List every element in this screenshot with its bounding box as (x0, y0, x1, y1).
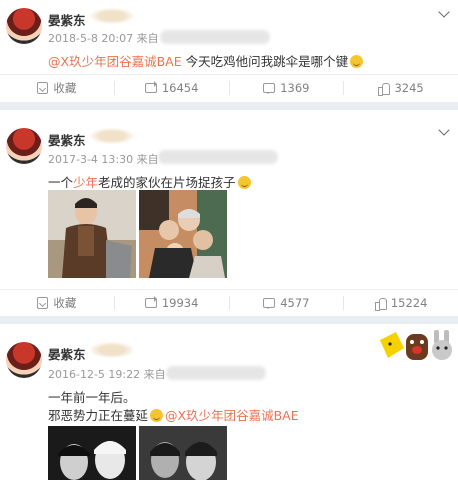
chevron-down-icon[interactable] (438, 124, 450, 136)
mention-link[interactable]: @X玖少年团谷嘉诚BAE (48, 54, 182, 69)
comment-button[interactable]: 4577 (230, 290, 344, 316)
grin-emoji-icon (150, 409, 164, 422)
user-name[interactable]: 晏紫东 (48, 10, 86, 29)
post-body-b: 老成的家伙在片场捉孩子 (98, 175, 236, 190)
user-avatar[interactable] (6, 128, 42, 164)
user-avatar[interactable] (6, 8, 42, 44)
like-icon (378, 82, 391, 96)
comment-icon (263, 83, 276, 94)
highlight-word: 少年 (73, 175, 99, 190)
post-card-2: 晏紫东 2017-3-4 13:30 来自 一个少年老成的家伙在片场捉孩子 收藏… (0, 110, 458, 316)
post-photo-2[interactable] (139, 426, 227, 480)
like-icon (374, 297, 387, 311)
post-card-3: 晏紫东 2016-12-5 19:22 来自 一年前一年后。 邪恶势力正在蔓延 @… (0, 324, 458, 480)
post-text: 一个少年老成的家伙在片场捉孩子 (48, 172, 251, 191)
favorite-icon (37, 297, 49, 309)
action-bar: 收藏 19934 4577 15224 (0, 289, 458, 316)
post-body: 今天吃鸡他问我跳伞是哪个键 (185, 54, 349, 69)
post-photo-1[interactable] (48, 426, 136, 480)
favorite-button[interactable]: 收藏 (0, 290, 114, 316)
chevron-down-icon[interactable] (438, 6, 450, 18)
comment-count: 4577 (280, 296, 310, 310)
post-photo-2[interactable] (139, 190, 227, 278)
like-button[interactable]: 3245 (344, 75, 458, 101)
source-blur (166, 366, 266, 380)
name-badge-blur (90, 128, 134, 144)
comment-icon (263, 298, 276, 309)
source-blur (158, 150, 278, 164)
repost-count: 16454 (161, 81, 199, 95)
mention-link[interactable]: @X玖少年团谷嘉诚BAE (165, 408, 299, 423)
photo-content (139, 426, 227, 480)
post-date[interactable]: 2016-12-5 19:22 (48, 368, 140, 381)
post-photo-1[interactable] (48, 190, 136, 278)
favorite-icon (37, 82, 49, 94)
post-meta: 2017-3-4 13:30 来自 (48, 151, 159, 167)
post-meta: 2018-5-8 20:07 来自 (48, 30, 159, 46)
favorite-label: 收藏 (53, 296, 77, 310)
post-body-a: 一个 (48, 175, 74, 190)
like-count: 15224 (390, 296, 428, 310)
repost-count: 19934 (161, 296, 199, 310)
post-source-prefix: 来自 (136, 32, 159, 45)
post-card-1: 晏紫东 2018-5-8 20:07 来自 @X玖少年团谷嘉诚BAE 今天吃鸡他… (0, 0, 458, 102)
user-avatar[interactable] (6, 342, 42, 378)
post-date[interactable]: 2018-5-8 20:07 (48, 32, 133, 45)
photo-content (139, 190, 227, 278)
post-text: 邪恶势力正在蔓延 @X玖少年团谷嘉诚BAE (48, 405, 299, 424)
like-count: 3245 (394, 81, 424, 95)
repost-icon (144, 296, 157, 308)
repost-button[interactable]: 16454 (115, 75, 229, 101)
like-button[interactable]: 15224 (344, 290, 458, 316)
user-name[interactable]: 晏紫东 (48, 344, 86, 363)
action-bar: 收藏 16454 1369 3245 (0, 74, 458, 101)
post-text: @X玖少年团谷嘉诚BAE 今天吃鸡他问我跳伞是哪个键 (48, 51, 364, 70)
favorite-button[interactable]: 收藏 (0, 75, 114, 101)
post-date[interactable]: 2017-3-4 13:30 (48, 153, 133, 166)
photo-content (48, 190, 136, 278)
name-badge-blur (90, 342, 134, 358)
comment-button[interactable]: 1369 (230, 75, 344, 101)
favorite-label: 收藏 (53, 81, 77, 95)
grin-emoji-icon (237, 176, 251, 189)
user-name[interactable]: 晏紫东 (48, 130, 86, 149)
post-body: 邪恶势力正在蔓延 (48, 408, 149, 423)
comment-count: 1369 (280, 81, 310, 95)
post-line-1: 一年前一年后。 (48, 390, 136, 405)
grin-emoji-icon (350, 55, 364, 68)
post-source-prefix: 来自 (143, 368, 166, 381)
photo-content (48, 426, 136, 480)
name-badge-blur (90, 8, 134, 24)
repost-button[interactable]: 19934 (115, 290, 229, 316)
repost-icon (144, 81, 157, 93)
post-source-prefix: 来自 (136, 153, 159, 166)
source-blur (160, 30, 270, 44)
post-meta: 2016-12-5 19:22 来自 (48, 366, 166, 382)
mascot-decoration (380, 330, 452, 360)
